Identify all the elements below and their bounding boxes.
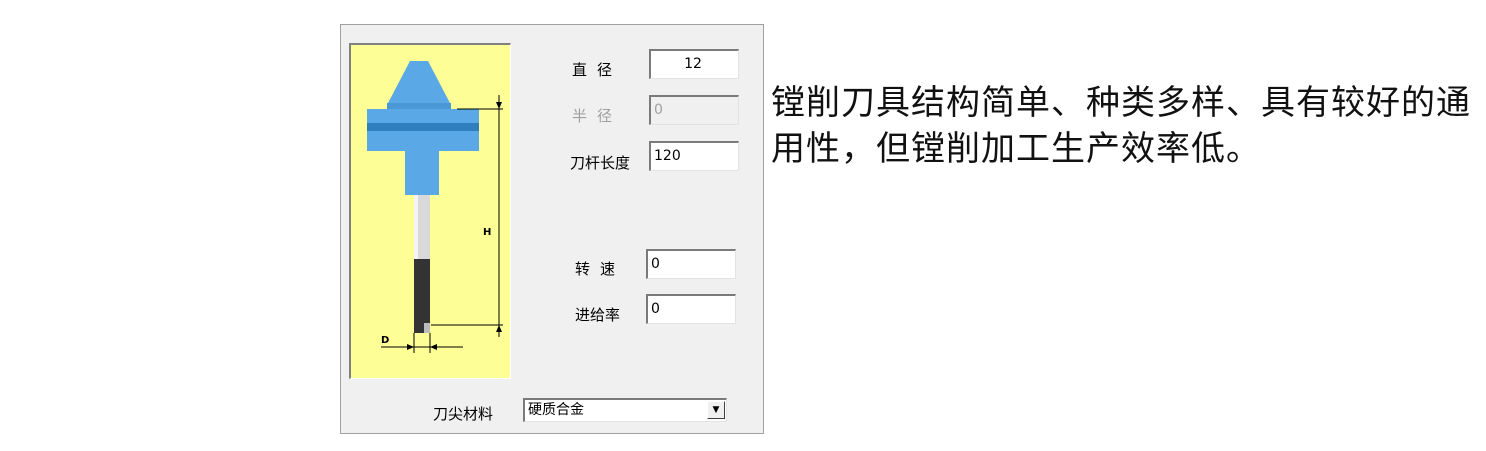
radius-label: 半径 — [572, 107, 623, 125]
diameter-field[interactable]: 12 — [649, 49, 739, 79]
description-caption: 镗削刀具结构简单、种类多样、具有较好的通用性，但镗削加工生产效率低。 — [771, 83, 1471, 169]
feed-rate-field[interactable]: 0 — [646, 294, 736, 324]
height-dim-label: H — [483, 227, 491, 238]
spindle-speed-field[interactable]: 0 — [646, 249, 736, 279]
spindle-speed-label: 转速 — [575, 260, 626, 278]
holder-taper-icon — [387, 61, 451, 105]
chevron-down-icon[interactable]: ▼ — [707, 401, 725, 419]
radius-field: 0 — [649, 95, 739, 125]
diameter-dim-label: D — [381, 335, 389, 346]
tool-preview-panel: H D — [349, 43, 511, 379]
tool-settings-dialog: H D 直径 12 半径 0 刀杆长度 120 转速 0 进给率 0 刀尖材料 … — [340, 24, 764, 434]
shank-length-field[interactable]: 120 — [649, 141, 739, 171]
shank-length-label: 刀杆长度 — [570, 154, 631, 172]
tip-material-label: 刀尖材料 — [433, 405, 494, 423]
feed-rate-label: 进给率 — [575, 306, 621, 324]
tip-material-value: 硬质合金 — [528, 402, 584, 418]
tip-material-select[interactable]: 硬质合金 ▼ — [523, 398, 727, 422]
holder-neck-icon — [405, 151, 439, 195]
cutting-tip-icon — [414, 259, 430, 333]
diameter-label: 直径 — [572, 61, 623, 79]
holder-flange-icon — [367, 109, 479, 123]
boring-tool-drawing: H D — [367, 61, 503, 353]
